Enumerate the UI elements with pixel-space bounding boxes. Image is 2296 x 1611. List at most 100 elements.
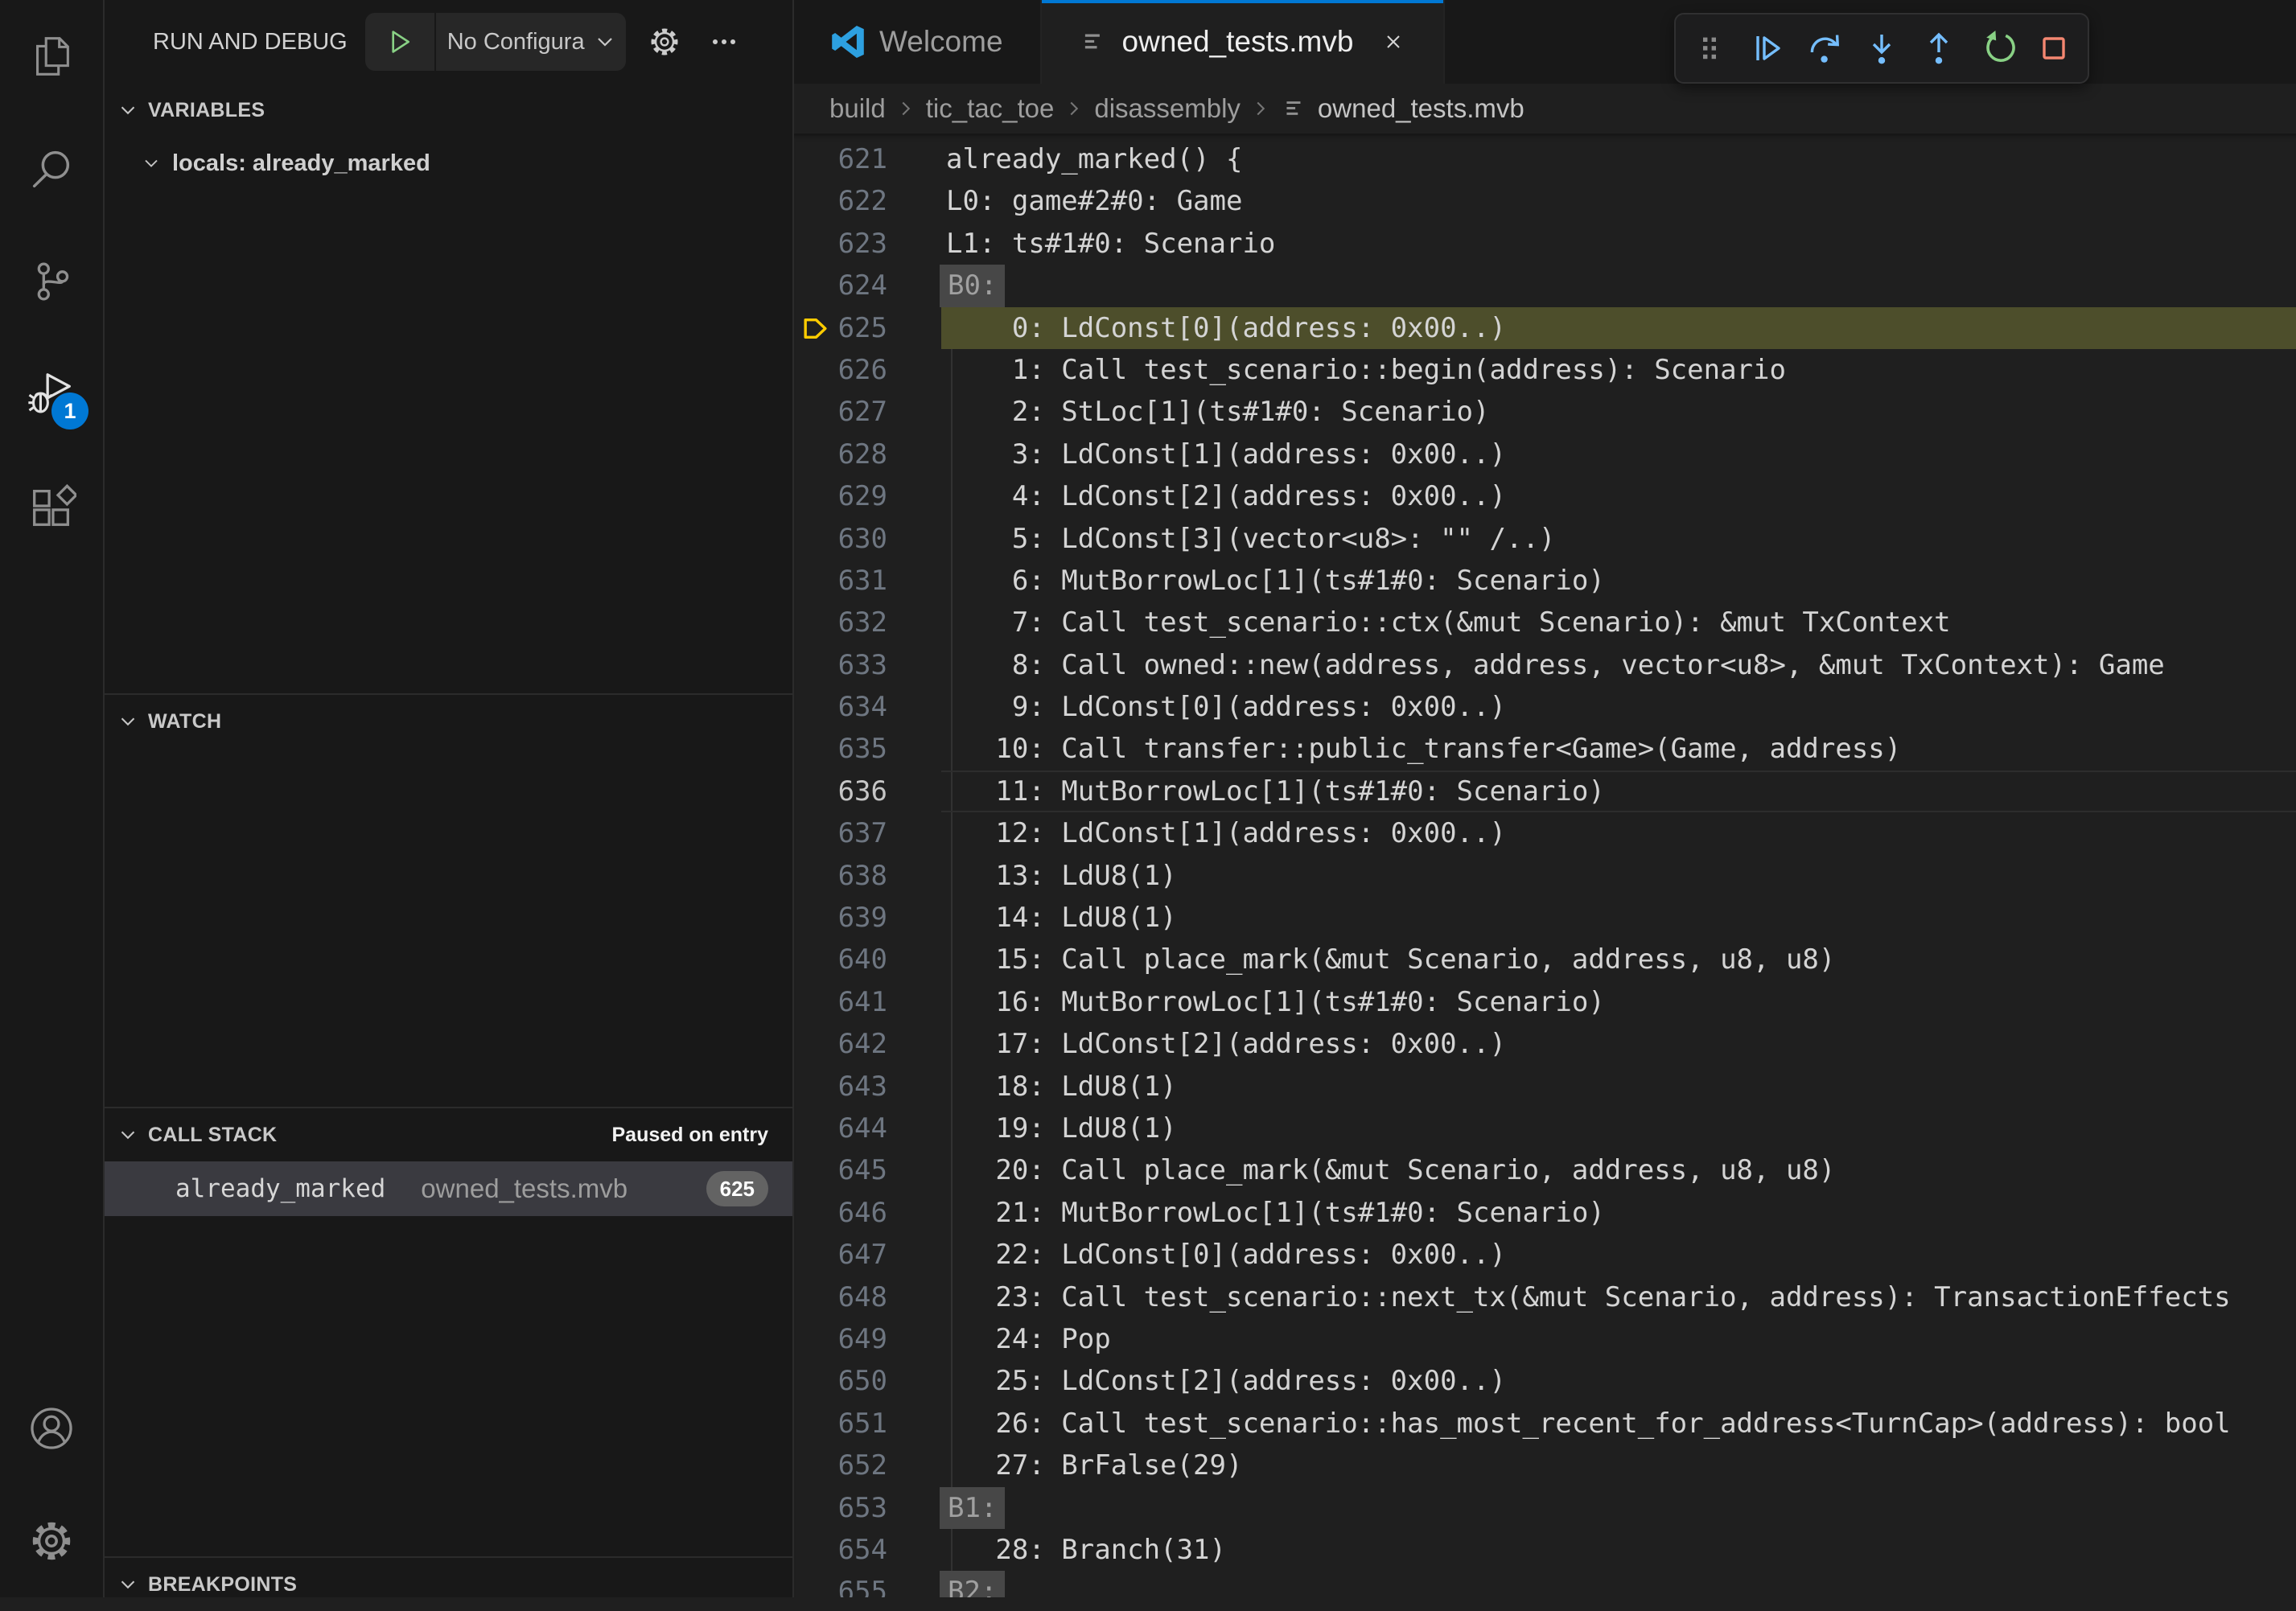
more-actions-button[interactable]: [706, 24, 742, 60]
line-text[interactable]: 4: LdConst[2](address: 0x00..): [946, 475, 2296, 517]
call-stack-frame[interactable]: already_markedowned_tests.mvb625: [105, 1161, 792, 1216]
line-text[interactable]: 5: LdConst[3](vector<u8>: "" /..): [946, 518, 2296, 560]
line-text[interactable]: 13: LdU8(1): [946, 855, 2296, 897]
line-gutter[interactable]: 633: [794, 644, 946, 686]
line-gutter[interactable]: 650: [794, 1360, 946, 1402]
line-text[interactable]: 22: LdConst[0](address: 0x00..): [946, 1234, 2296, 1276]
tab-welcome[interactable]: Welcome: [794, 0, 1042, 84]
line-text[interactable]: 26: Call test_scenario::has_most_recent_…: [946, 1403, 2296, 1445]
line-text[interactable]: 14: LdU8(1): [946, 897, 2296, 939]
activity-item-source-control[interactable]: [0, 225, 103, 338]
breadcrumb-item[interactable]: build: [829, 93, 886, 124]
line-text[interactable]: already_marked() {: [946, 138, 2296, 180]
line-gutter[interactable]: 654: [794, 1529, 946, 1571]
line-text[interactable]: 10: Call transfer::public_transfer<Game>…: [946, 728, 2296, 770]
breadcrumb-item[interactable]: tic_tac_toe: [926, 93, 1055, 124]
line-text[interactable]: B0:: [946, 265, 2296, 306]
line-text[interactable]: 28: Branch(31): [946, 1529, 2296, 1571]
code-editor[interactable]: 621already_marked() {622L0: game#2#0: Ga…: [794, 134, 2296, 1597]
line-gutter[interactable]: 634: [794, 686, 946, 728]
line-text[interactable]: 1: Call test_scenario::begin(address): S…: [946, 349, 2296, 391]
line-text[interactable]: 25: LdConst[2](address: 0x00..): [946, 1360, 2296, 1402]
line-gutter[interactable]: 646: [794, 1192, 946, 1234]
debug-settings-gear-button[interactable]: [647, 24, 682, 60]
line-text[interactable]: 3: LdConst[1](address: 0x00..): [946, 434, 2296, 475]
line-gutter[interactable]: 625: [794, 307, 946, 349]
line-gutter[interactable]: 648: [794, 1276, 946, 1318]
line-gutter[interactable]: 641: [794, 981, 946, 1023]
breadcrumb-file[interactable]: owned_tests.mvb: [1281, 93, 1524, 124]
line-gutter[interactable]: 645: [794, 1149, 946, 1191]
watch-section-header[interactable]: WATCH: [105, 695, 792, 748]
line-gutter[interactable]: 644: [794, 1108, 946, 1149]
line-gutter[interactable]: 622: [794, 180, 946, 222]
line-gutter[interactable]: 623: [794, 223, 946, 265]
line-text[interactable]: 20: Call place_mark(&mut Scenario, addre…: [946, 1149, 2296, 1191]
line-gutter[interactable]: 642: [794, 1023, 946, 1065]
line-gutter[interactable]: 626: [794, 349, 946, 391]
drag-handle-button[interactable]: [1686, 25, 1733, 72]
line-text[interactable]: 24: Pop: [946, 1318, 2296, 1360]
line-text[interactable]: 21: MutBorrowLoc[1](ts#1#0: Scenario): [946, 1192, 2296, 1234]
step-out-button[interactable]: [1915, 25, 1962, 72]
line-gutter[interactable]: 640: [794, 939, 946, 980]
line-gutter[interactable]: 643: [794, 1066, 946, 1108]
call-stack-section-header[interactable]: CALL STACK Paused on entry: [105, 1108, 792, 1161]
variables-scope-row[interactable]: locals: already_marked: [105, 137, 792, 190]
restart-button[interactable]: [1973, 25, 2020, 72]
line-text[interactable]: 18: LdU8(1): [946, 1066, 2296, 1108]
activity-item-account[interactable]: [0, 1372, 103, 1485]
step-into-button[interactable]: [1858, 25, 1905, 72]
line-text[interactable]: 27: BrFalse(29): [946, 1445, 2296, 1486]
variables-section-header[interactable]: VARIABLES: [105, 84, 792, 137]
activity-item-search[interactable]: [0, 113, 103, 225]
line-gutter[interactable]: 652: [794, 1445, 946, 1486]
line-text[interactable]: L0: game#2#0: Game: [946, 180, 2296, 222]
debug-config-dropdown[interactable]: No Configura: [365, 13, 626, 71]
line-text[interactable]: 17: LdConst[2](address: 0x00..): [946, 1023, 2296, 1065]
line-gutter[interactable]: 635: [794, 728, 946, 770]
start-debugging-button[interactable]: [365, 13, 436, 71]
breadcrumb-item[interactable]: disassembly: [1094, 93, 1241, 124]
line-text[interactable]: 12: LdConst[1](address: 0x00..): [946, 812, 2296, 854]
line-gutter[interactable]: 655: [794, 1571, 946, 1597]
close-icon[interactable]: [1380, 29, 1406, 55]
activity-item-extensions[interactable]: [0, 450, 103, 563]
continue-button[interactable]: [1743, 25, 1790, 72]
line-text[interactable]: 6: MutBorrowLoc[1](ts#1#0: Scenario): [946, 560, 2296, 602]
line-gutter[interactable]: 629: [794, 475, 946, 517]
line-gutter[interactable]: 624: [794, 265, 946, 306]
line-gutter[interactable]: 653: [794, 1487, 946, 1529]
step-over-button[interactable]: [1801, 25, 1848, 72]
stop-button[interactable]: [2031, 25, 2077, 72]
line-gutter[interactable]: 631: [794, 560, 946, 602]
line-gutter[interactable]: 630: [794, 518, 946, 560]
line-gutter[interactable]: 649: [794, 1318, 946, 1360]
line-text[interactable]: 11: MutBorrowLoc[1](ts#1#0: Scenario): [946, 771, 2296, 812]
line-text[interactable]: 2: StLoc[1](ts#1#0: Scenario): [946, 391, 2296, 433]
activity-item-explorer[interactable]: [0, 0, 103, 113]
line-gutter[interactable]: 638: [794, 855, 946, 897]
line-gutter[interactable]: 636: [794, 771, 946, 812]
line-text[interactable]: 16: MutBorrowLoc[1](ts#1#0: Scenario): [946, 981, 2296, 1023]
line-gutter[interactable]: 632: [794, 602, 946, 643]
line-gutter[interactable]: 621: [794, 138, 946, 180]
line-gutter[interactable]: 651: [794, 1403, 946, 1445]
activity-item-settings[interactable]: [0, 1485, 103, 1597]
line-text[interactable]: 23: Call test_scenario::next_tx(&mut Sce…: [946, 1276, 2296, 1318]
line-text[interactable]: 19: LdU8(1): [946, 1108, 2296, 1149]
breakpoints-section-header[interactable]: BREAKPOINTS: [105, 1558, 792, 1611]
line-text[interactable]: L1: ts#1#0: Scenario: [946, 223, 2296, 265]
line-text[interactable]: 15: Call place_mark(&mut Scenario, addre…: [946, 939, 2296, 980]
line-gutter[interactable]: 627: [794, 391, 946, 433]
line-gutter[interactable]: 628: [794, 434, 946, 475]
line-text[interactable]: 7: Call test_scenario::ctx(&mut Scenario…: [946, 602, 2296, 643]
line-text[interactable]: B2:: [946, 1571, 2296, 1597]
line-gutter[interactable]: 647: [794, 1234, 946, 1276]
activity-item-run-and-debug[interactable]: 1: [0, 338, 103, 450]
line-text[interactable]: 9: LdConst[0](address: 0x00..): [946, 686, 2296, 728]
line-gutter[interactable]: 639: [794, 897, 946, 939]
line-text[interactable]: 8: Call owned::new(address, address, vec…: [946, 644, 2296, 686]
line-text[interactable]: 0: LdConst[0](address: 0x00..): [946, 307, 2296, 349]
line-gutter[interactable]: 637: [794, 812, 946, 854]
